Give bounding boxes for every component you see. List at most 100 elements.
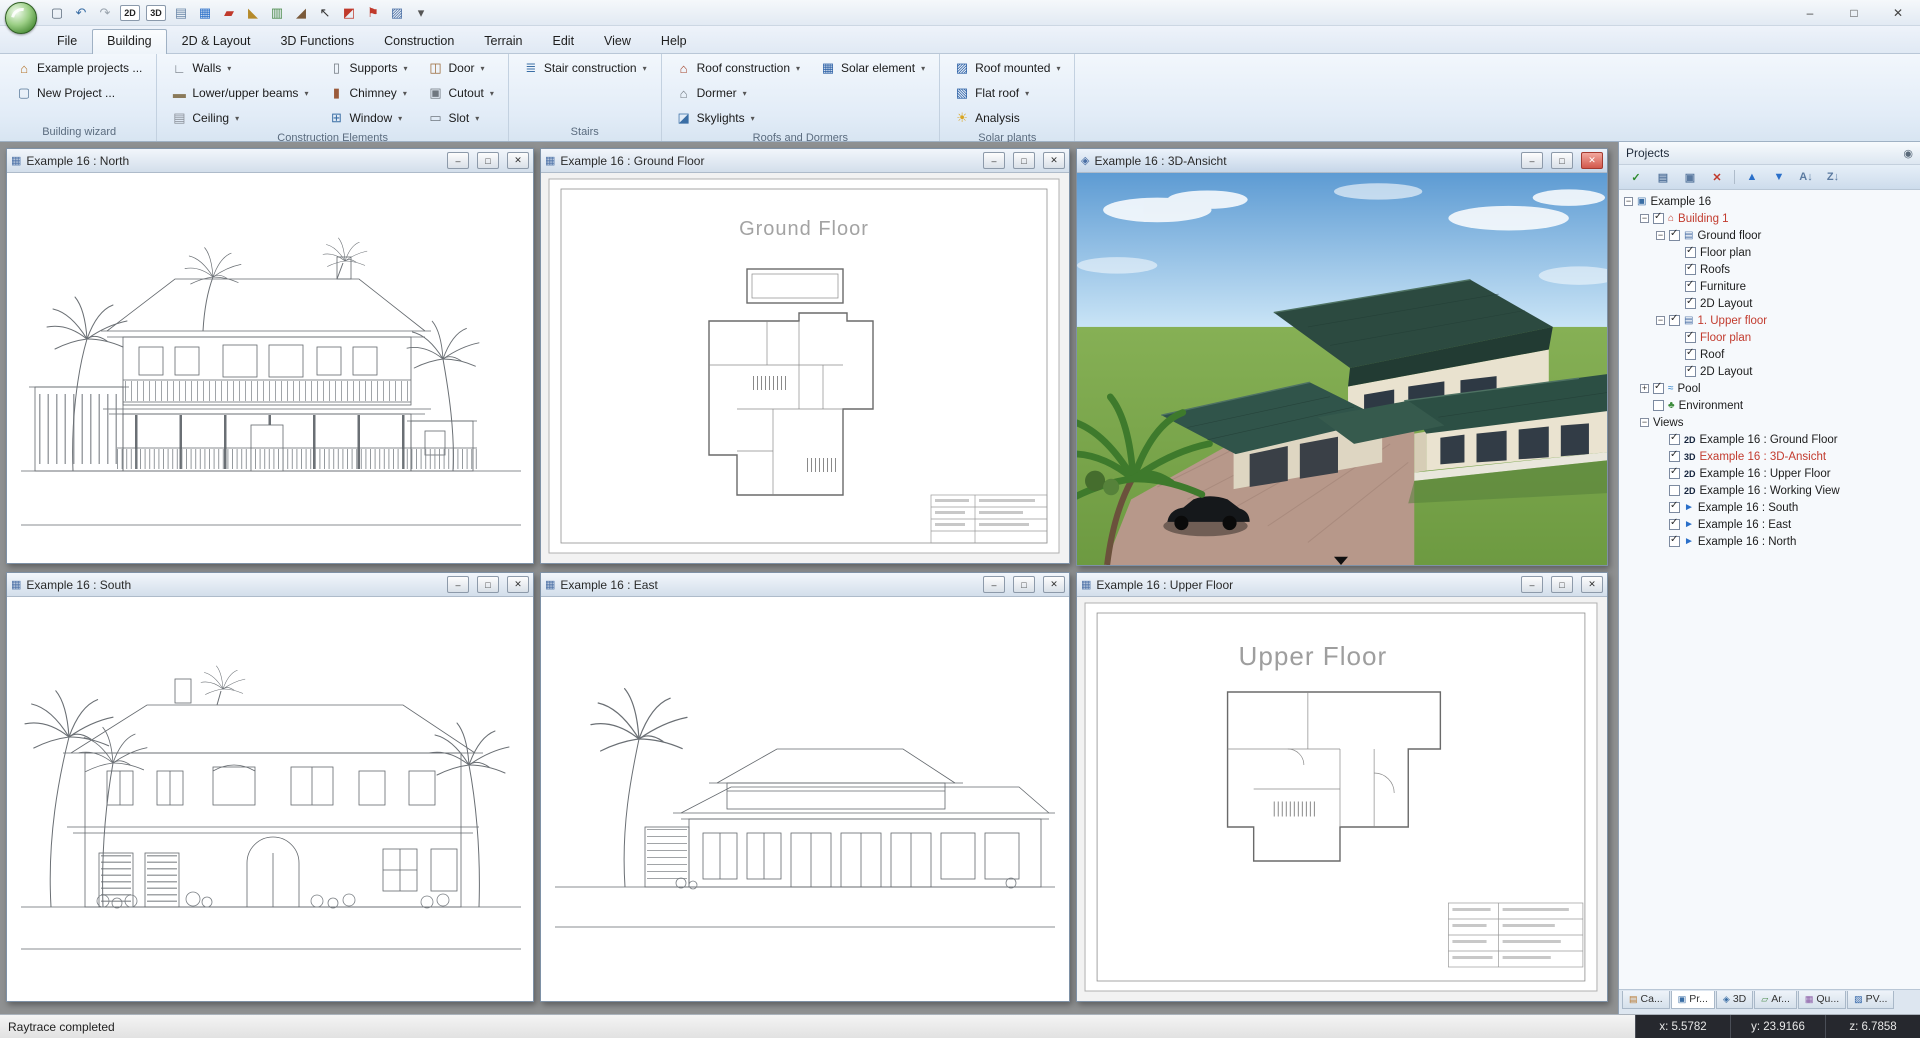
checkbox-checked[interactable] (1669, 502, 1680, 513)
tree-item-building-1[interactable]: −⌂Building 1 (1619, 210, 1920, 227)
ribbon-item-dormer[interactable]: ⌂Dormer▾ (670, 81, 806, 105)
tab-terrain[interactable]: Terrain (469, 29, 537, 54)
ribbon-item-roof-construction[interactable]: ⌂Roof construction▾ (670, 56, 806, 80)
drawing-canvas[interactable] (7, 173, 533, 563)
checkbox-checked[interactable] (1685, 298, 1696, 309)
window-titlebar[interactable]: ▦ Example 16 : Ground Floor – □ ✕ (541, 149, 1069, 173)
window-titlebar[interactable]: ▦ Example 16 : East – □ ✕ (541, 573, 1069, 597)
tree-item-example-16[interactable]: −▣Example 16 (1619, 193, 1920, 210)
close-button[interactable]: ✕ (507, 152, 529, 169)
tab-2d-layout[interactable]: 2D & Layout (167, 29, 266, 54)
ribbon-item-chimney[interactable]: ▮Chimney▾ (322, 81, 413, 105)
tree-item-example-16-3d-ansicht[interactable]: 3DExample 16 : 3D-Ansicht (1619, 448, 1920, 465)
checkbox-checked[interactable] (1669, 315, 1680, 326)
titlebar[interactable]: ▢↶↷2D3D▤▦▰◣▥◢↖◩⚑▨▾ –□✕ (0, 0, 1920, 26)
tree-item-example-16-east[interactable]: ►Example 16 : East (1619, 516, 1920, 533)
customize-toolbar-icon[interactable]: ▾ (410, 3, 432, 23)
checkbox-checked[interactable] (1685, 349, 1696, 360)
panel-tab-ar[interactable]: ▱Ar... (1754, 991, 1797, 1009)
redo-icon[interactable]: ↷ (94, 3, 116, 23)
ribbon-item-flat-roof[interactable]: ▧Flat roof▾ (948, 81, 1066, 105)
move-down-icon[interactable]: ▼ (1767, 167, 1791, 187)
ribbon-item-stair-construction[interactable]: ≣Stair construction▾ (517, 56, 653, 80)
collapse-icon[interactable]: − (1656, 231, 1665, 240)
ribbon-item-roof-mounted[interactable]: ▨Roof mounted▾ (948, 56, 1066, 80)
checkbox-checked[interactable] (1653, 383, 1664, 394)
minimize-button[interactable]: – (983, 152, 1005, 169)
pen-icon[interactable]: ▰ (218, 3, 240, 23)
app-logo-icon[interactable] (5, 2, 37, 34)
expand-icon[interactable]: + (1640, 384, 1649, 393)
maximize-button[interactable]: □ (477, 576, 499, 593)
sort-desc-icon[interactable]: Z↓ (1821, 167, 1845, 187)
tree-item-2d-layout[interactable]: 2D Layout (1619, 295, 1920, 312)
tree-item-example-16-ground-floor[interactable]: 2DExample 16 : Ground Floor (1619, 431, 1920, 448)
close-button[interactable]: ✕ (1043, 576, 1065, 593)
checkbox-checked[interactable] (1669, 536, 1680, 547)
checkbox-unchecked[interactable] (1653, 400, 1664, 411)
window-titlebar[interactable]: ▦ Example 16 : North – □ ✕ (7, 149, 533, 173)
undo-icon[interactable]: ↶ (70, 3, 92, 23)
minimize-button[interactable]: – (447, 152, 469, 169)
measure-icon[interactable]: ◣ (242, 3, 264, 23)
ribbon-item-skylights[interactable]: ◪Skylights▾ (670, 106, 806, 130)
window-titlebar[interactable]: ▦ Example 16 : Upper Floor – □ ✕ (1077, 573, 1607, 597)
tab-view[interactable]: View (589, 29, 646, 54)
ribbon-item-slot[interactable]: ▭Slot▾ (422, 106, 500, 130)
drawing-canvas[interactable] (7, 597, 533, 1001)
drawing-canvas[interactable] (541, 597, 1069, 1001)
section-icon[interactable]: ◩ (338, 3, 360, 23)
maximize-button[interactable]: □ (1013, 576, 1035, 593)
view-3d-icon[interactable]: 3D (146, 5, 166, 21)
tree-item-example-16-north[interactable]: ►Example 16 : North (1619, 533, 1920, 550)
move-up-icon[interactable]: ▲ (1740, 167, 1764, 187)
checkbox-checked[interactable] (1685, 264, 1696, 275)
minimize-button[interactable]: – (1521, 152, 1543, 169)
collapse-icon[interactable]: − (1656, 316, 1665, 325)
maximize-button[interactable]: □ (1832, 0, 1876, 26)
ribbon-item-ceiling[interactable]: ▤Ceiling▾ (165, 106, 314, 130)
checkbox-checked[interactable] (1669, 519, 1680, 530)
panel-tab-ca[interactable]: ▤Ca... (1622, 991, 1670, 1009)
mdi-workspace[interactable]: ▦ Example 16 : North – □ ✕ (0, 142, 1618, 1014)
collapse-icon[interactable]: − (1640, 214, 1649, 223)
apply-icon[interactable]: ✓ (1624, 167, 1648, 187)
checkbox-unchecked[interactable] (1669, 485, 1680, 496)
grid-icon[interactable]: ▦ (194, 3, 216, 23)
slope-icon[interactable]: ◢ (290, 3, 312, 23)
minimize-button[interactable]: – (1788, 0, 1832, 26)
close-button[interactable]: ✕ (1581, 576, 1603, 593)
ribbon-item-door[interactable]: ◫Door▾ (422, 56, 500, 80)
new-window-icon[interactable]: ▢ (46, 3, 68, 23)
close-button[interactable]: ✕ (1581, 152, 1603, 169)
list-icon[interactable]: ▤ (1651, 167, 1675, 187)
checkbox-checked[interactable] (1669, 434, 1680, 445)
delete-icon[interactable]: ✕ (1705, 167, 1729, 187)
minimize-button[interactable]: – (447, 576, 469, 593)
checkbox-checked[interactable] (1653, 213, 1664, 224)
close-button[interactable]: ✕ (507, 576, 529, 593)
checkbox-checked[interactable] (1669, 230, 1680, 241)
checkbox-checked[interactable] (1685, 332, 1696, 343)
tree-item-roof[interactable]: Roof (1619, 346, 1920, 363)
tree-item-pool[interactable]: +≈Pool (1619, 380, 1920, 397)
tab-building[interactable]: Building (92, 29, 166, 54)
checkbox-checked[interactable] (1685, 247, 1696, 258)
select-cursor-icon[interactable]: ↖ (314, 3, 336, 23)
ribbon-item-analysis[interactable]: ☀Analysis (948, 106, 1066, 130)
panel-tab-3d[interactable]: ◈3D (1716, 991, 1753, 1009)
close-button[interactable]: ✕ (1043, 152, 1065, 169)
columns-icon[interactable]: ▥ (266, 3, 288, 23)
panel-tab-qu[interactable]: ▦Qu... (1798, 991, 1846, 1009)
collapse-icon[interactable]: − (1624, 197, 1633, 206)
checkbox-checked[interactable] (1685, 281, 1696, 292)
panel-tab-pv[interactable]: ▨PV... (1847, 991, 1894, 1009)
render-viewport[interactable] (1077, 173, 1607, 565)
tab-3d-functions[interactable]: 3D Functions (265, 29, 369, 54)
checkbox-checked[interactable] (1669, 451, 1680, 462)
tree-item-floor-plan[interactable]: Floor plan (1619, 329, 1920, 346)
sort-asc-icon[interactable]: A↓ (1794, 167, 1818, 187)
projects-panel-header[interactable]: Projects ◉ (1619, 142, 1920, 165)
tree-item-1-upper-floor[interactable]: −▤1. Upper floor (1619, 312, 1920, 329)
drawing-canvas[interactable]: Upper Floor (1077, 597, 1607, 1001)
